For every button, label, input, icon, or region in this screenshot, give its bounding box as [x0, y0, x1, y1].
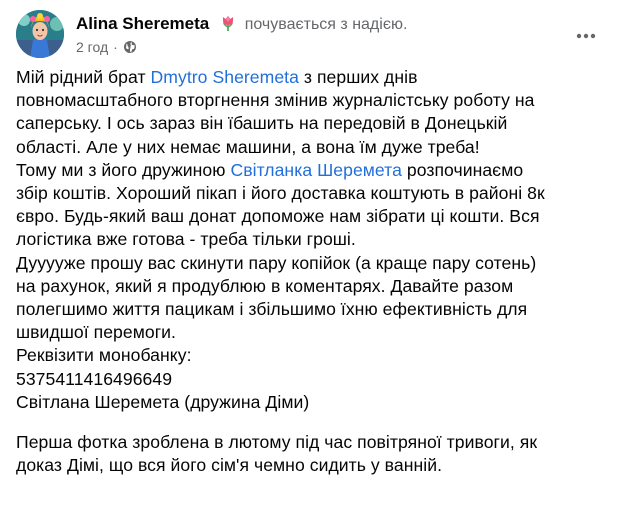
author-line: Alina Sheremeta почувається з надією. [76, 13, 407, 36]
post-line: на рахунок, який я продублюю в коментаря… [16, 275, 514, 296]
more-options-icon [576, 33, 596, 39]
tulip-emoji-icon [219, 14, 237, 32]
post-line: Перша фотка зроблена в лютому під час по… [16, 432, 538, 453]
post-text: Тому ми з його дружиною [16, 159, 231, 180]
post-header: Alina Sheremeta почувається з надією. 2 … [16, 10, 604, 58]
meta-separator: · [113, 39, 118, 55]
post-meta: 2 год · [76, 38, 137, 56]
post-timestamp[interactable]: 2 год [76, 39, 108, 55]
mention-link[interactable]: Dmytro Sheremeta [151, 67, 299, 87]
post-line: логістика вже готова - треба тільки грош… [16, 229, 356, 250]
facebook-post: Alina Sheremeta почувається з надією. 2 … [0, 0, 620, 515]
post-line: Світлана Шеремета (дружина Діми) [16, 391, 310, 412]
post-paragraph-2: Перша фотка зроблена в лютому під час по… [16, 431, 604, 477]
post-line: збір коштів. Хороший пікап і його достав… [16, 183, 545, 204]
post-line: 5375411416496649 [16, 368, 173, 389]
feeling-text: почувається з надією. [244, 16, 408, 33]
post-line: Мій рідний брат Dmytro Sheremeta з перши… [16, 66, 604, 89]
post-line: Реквізити монобанку: [16, 345, 192, 366]
post-line: Тому ми з його дружиною Світланка Шереме… [16, 159, 604, 182]
post-text: Мій рідний брат [16, 67, 151, 87]
post-line: євро. Будь-який ваш донат допоможе нам з… [16, 206, 540, 227]
post-line: Дууууже прошу вас скинути пару копійок (… [16, 252, 537, 273]
mention-link[interactable]: Світланка Шеремета [230, 160, 401, 180]
post-body: Мій рідний брат Dmytro Sheremeta з перши… [16, 66, 604, 477]
globe-icon[interactable] [123, 40, 137, 54]
post-line: області. Але у них немає машини, а вона … [16, 136, 480, 157]
post-line: саперську. І ось зараз він їбашить на пе… [16, 113, 508, 134]
post-line: повномасштабного вторгнення змінив журна… [16, 90, 535, 111]
avatar[interactable] [16, 10, 64, 58]
post-line: доказ Дімі, що вся його сім'я чемно сиди… [16, 455, 443, 476]
post-line: швидшої перемоги. [16, 322, 176, 343]
more-options-button[interactable] [568, 18, 604, 54]
post-line: полегшимо життя пацикам і збільшимо їхню… [16, 299, 528, 320]
author-name[interactable]: Alina Sheremeta [76, 14, 209, 33]
post-paragraph-1: Мій рідний брат Dmytro Sheremeta з перши… [16, 66, 604, 414]
post-text: з перших днів [298, 67, 418, 87]
post-text: розпочинаємо [401, 159, 524, 180]
